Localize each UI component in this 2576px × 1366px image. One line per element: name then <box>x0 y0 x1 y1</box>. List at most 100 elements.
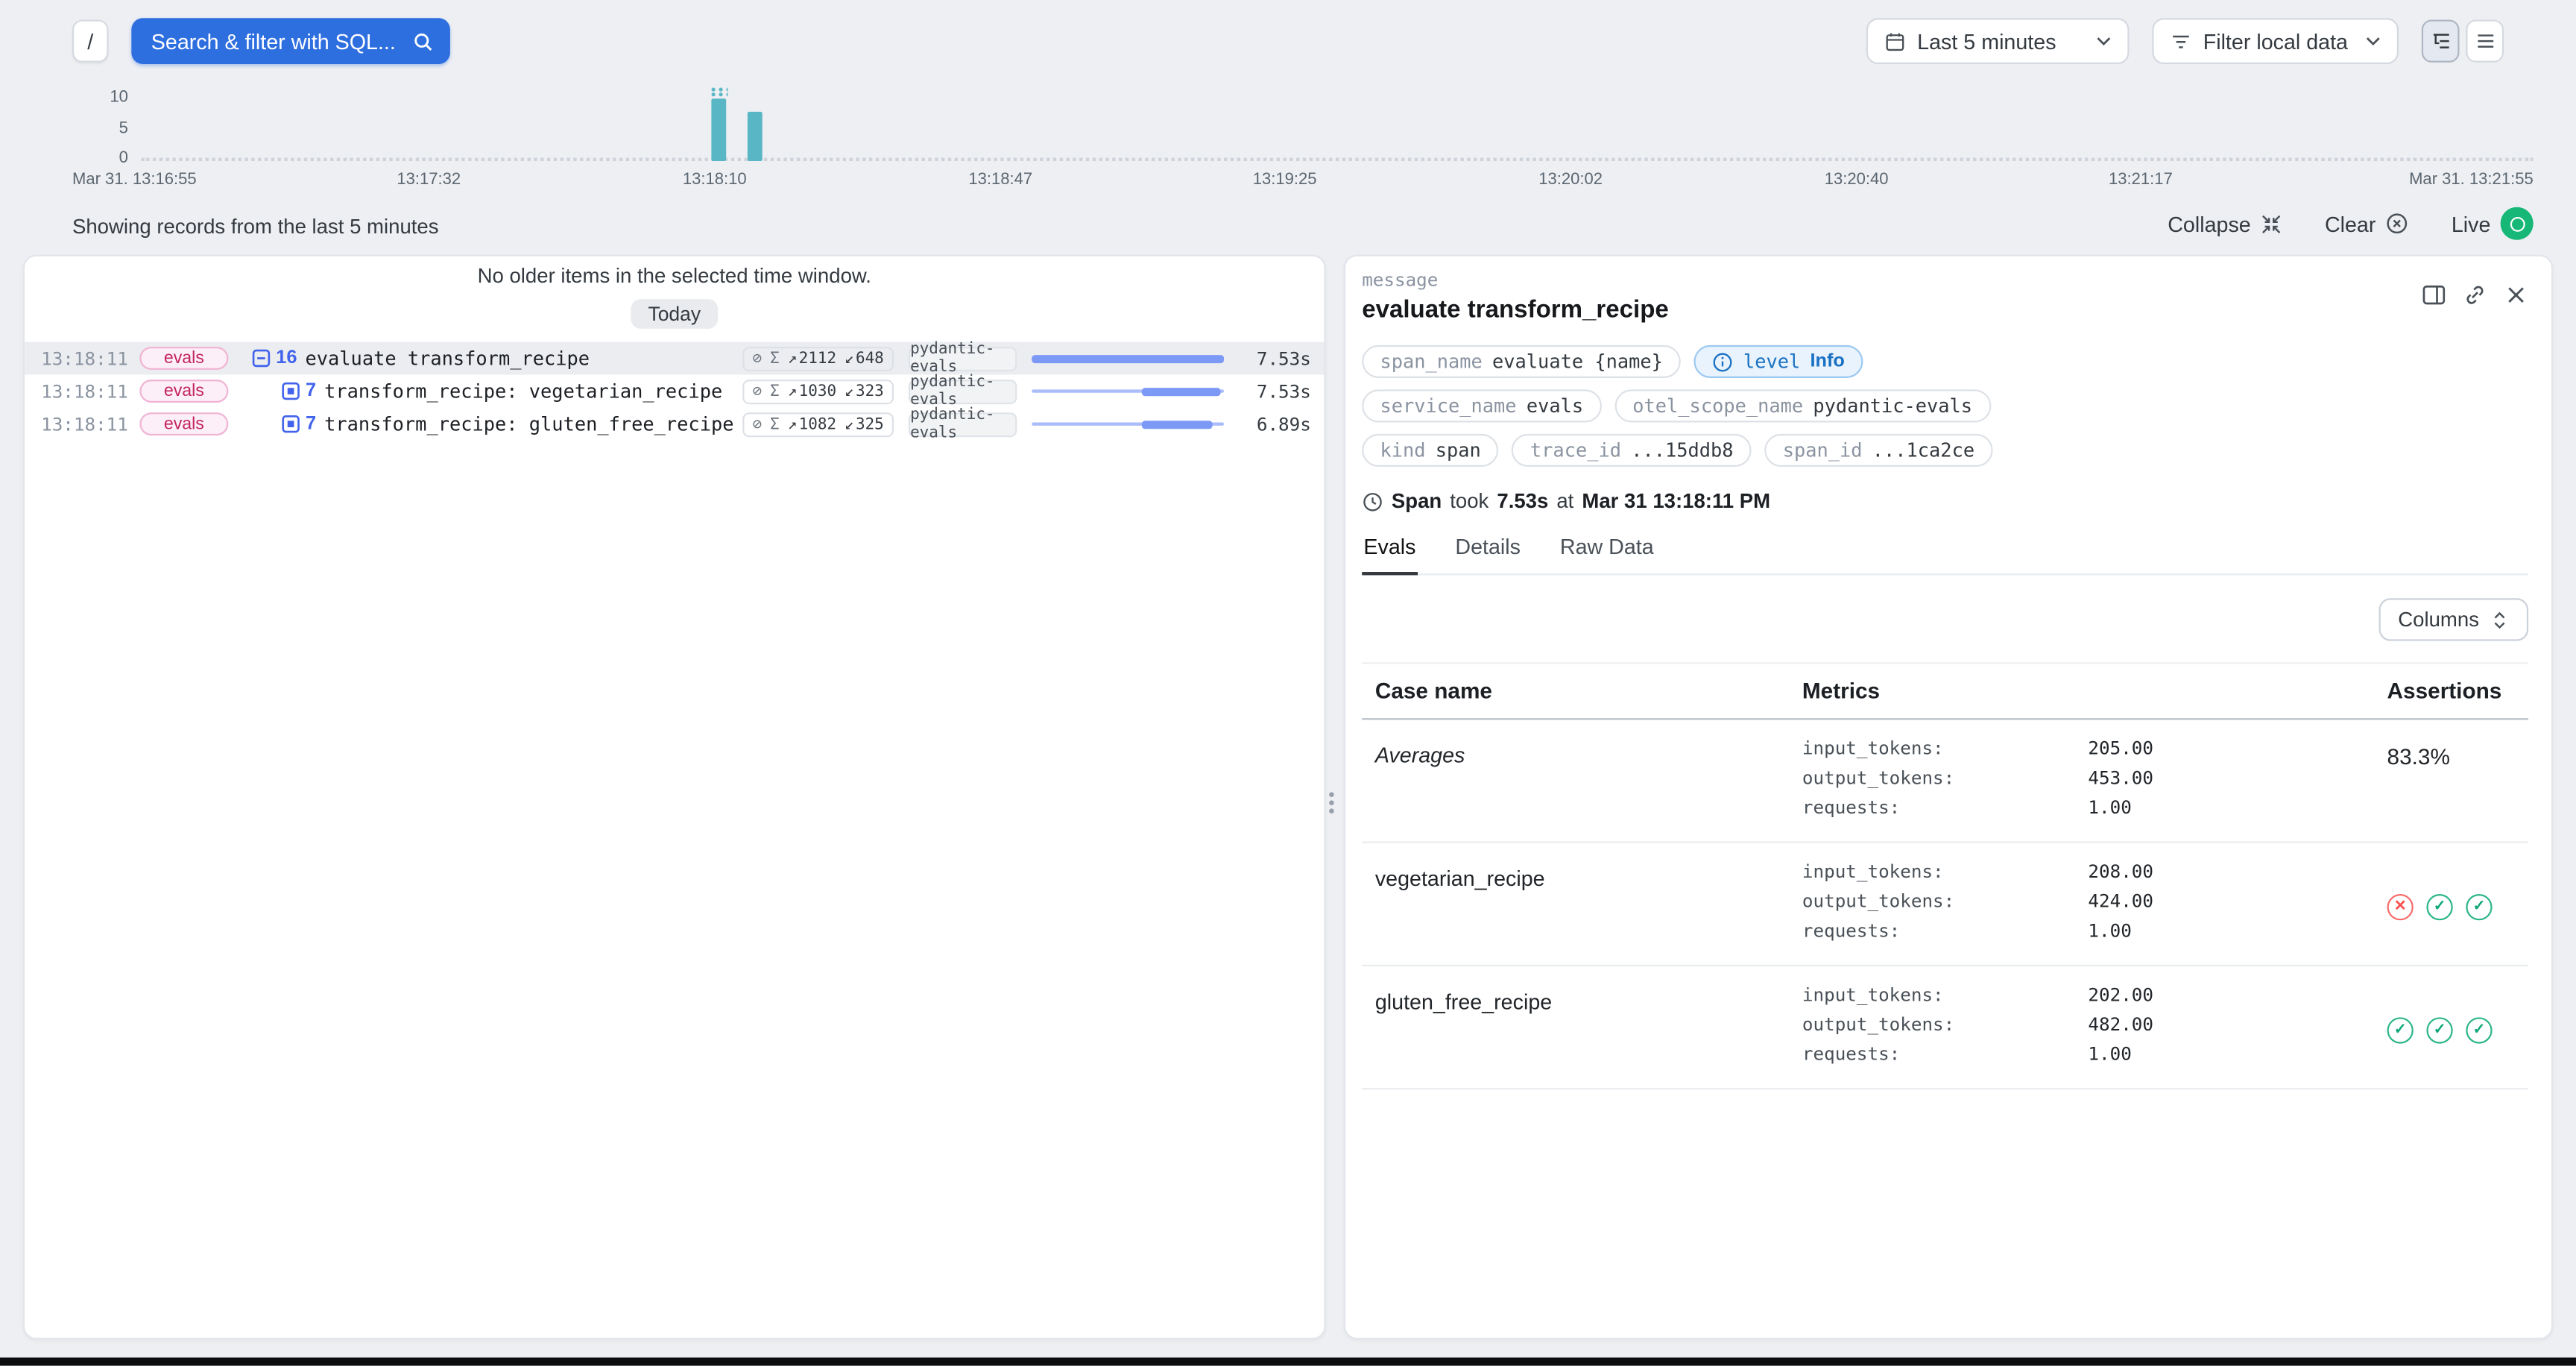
table-row[interactable]: gluten_free_recipe input_tokens:202.00 o… <box>1362 966 2528 1089</box>
panel-resize-handle[interactable] <box>1325 789 1339 815</box>
table-row[interactable]: vegetarian_recipe input_tokens:208.00 ou… <box>1362 843 2528 966</box>
row-timestamp: 13:18:11 <box>41 413 120 435</box>
assertions-cell: ✓✓✓ <box>2387 981 2529 1070</box>
pass-check-icon: ✓ <box>2426 893 2452 919</box>
clear-circle-x-icon <box>2386 212 2409 235</box>
records-status-text: Showing records from the last 5 minutes <box>72 215 439 239</box>
span-waterfall <box>1032 347 1224 370</box>
case-metrics: input_tokens:208.00 output_tokens:424.00… <box>1802 858 2387 947</box>
filter-local-data-dropdown[interactable]: Filter local data <box>2152 18 2399 64</box>
filter-lines-icon <box>2171 31 2192 52</box>
input-tokens-count: 1030 <box>799 382 836 400</box>
project-badge[interactable]: evals <box>139 380 228 403</box>
sigma-icon: Σ <box>770 415 780 433</box>
arrow-up-right-icon: ↗ <box>788 349 798 367</box>
view-mode-toggle <box>2422 19 2504 64</box>
span-duration-summary: Span took 7.53s at Mar 31 13:18:11 PM <box>1362 490 2528 513</box>
y-axis-tick: 10 <box>0 90 128 107</box>
list-view-toggle-button[interactable] <box>2466 19 2504 62</box>
time-range-dropdown[interactable]: Last 5 minutes <box>1866 18 2130 64</box>
search-icon <box>412 31 434 52</box>
live-toggle[interactable]: Live <box>2452 207 2534 240</box>
histogram-bar[interactable] <box>748 112 763 161</box>
collapse-button[interactable]: Collapse <box>2168 211 2282 236</box>
live-toggle-label: Live <box>2452 211 2491 236</box>
span-title[interactable]: evaluate transform_recipe <box>306 347 590 370</box>
y-axis-tick: 0 <box>0 151 128 168</box>
tab-details[interactable]: Details <box>1453 534 1522 573</box>
x-axis-tick: 13:18:47 <box>968 171 1032 189</box>
span-waterfall <box>1032 380 1224 403</box>
chart-bar-marker <box>710 87 727 97</box>
scope-badge[interactable]: pydantic-evals <box>909 379 1017 403</box>
attribute-pill-span-name[interactable]: span_name evaluate {name} <box>1362 345 1681 378</box>
tree-view-toggle-button[interactable] <box>2422 19 2460 62</box>
attribute-pill-span-id[interactable]: span_id ...1ca2ce <box>1764 434 1992 467</box>
clock-icon <box>1362 491 1383 512</box>
columns-button[interactable]: Columns <box>2378 598 2528 640</box>
pass-check-icon: ✓ <box>2466 1016 2492 1042</box>
evals-table: Case name Metrics Assertions Averages in… <box>1362 662 2528 1089</box>
input-tokens-count: 1082 <box>799 415 836 433</box>
scope-badge[interactable]: pydantic-evals <box>909 346 1017 371</box>
trace-row[interactable]: 13:18:11 evals 7 transform_recipe: veget… <box>25 375 1324 408</box>
nested-span-icon <box>281 381 300 400</box>
keyboard-shortcut-slash-button[interactable]: / <box>72 19 108 62</box>
attributes-icon: ⊘ <box>752 415 762 433</box>
column-header-assertions: Assertions <box>2387 679 2529 703</box>
collapse-children-button[interactable]: 16 <box>251 348 297 368</box>
trace-row[interactable]: 13:18:11 evals 7 transform_recipe: glute… <box>25 408 1324 441</box>
search-sql-button[interactable]: Search & filter with SQL... <box>131 18 450 64</box>
collapse-children-button[interactable]: 7 <box>281 381 316 400</box>
case-name: vegetarian_recipe <box>1362 858 1802 947</box>
span-title[interactable]: transform_recipe: gluten_free_recipe <box>324 412 733 435</box>
collapse-icon <box>2261 213 2282 234</box>
time-range-label: Last 5 minutes <box>1917 29 2085 54</box>
records-histogram: 10 5 0 <box>0 82 2576 161</box>
pass-check-icon: ✓ <box>2466 893 2492 919</box>
attribute-pill-level[interactable]: level Info <box>1694 345 1863 378</box>
x-axis-tick: 13:19:25 <box>1253 171 1317 189</box>
info-icon <box>1712 351 1734 373</box>
slash-key-label: / <box>87 29 93 54</box>
clear-button[interactable]: Clear <box>2325 211 2409 236</box>
close-icon[interactable] <box>2504 283 2528 307</box>
app-window: / Search & filter with SQL... Last 5 min… <box>0 0 2576 1366</box>
histogram-bar[interactable] <box>711 98 726 161</box>
project-badge[interactable]: evals <box>139 412 228 435</box>
attribute-pill-kind[interactable]: kind span <box>1362 434 1499 467</box>
attribute-pill-service-name[interactable]: service_name evals <box>1362 389 1601 422</box>
attribute-pill-trace-id[interactable]: trace_id ...15ddb8 <box>1512 434 1752 467</box>
chevron-down-icon <box>2366 36 2381 45</box>
tab-raw-data[interactable]: Raw Data <box>1559 534 1655 573</box>
chevron-down-icon <box>2096 36 2111 45</box>
input-tokens-count: 2112 <box>799 349 836 367</box>
copy-link-icon[interactable] <box>2463 283 2487 307</box>
nested-span-icon <box>281 414 300 433</box>
attribute-pill-otel-scope-name[interactable]: otel_scope_name pydantic-evals <box>1614 389 1990 422</box>
span-waterfall <box>1032 412 1224 435</box>
assertions-percentage: 83.3% <box>2387 744 2450 769</box>
sort-chevrons-icon <box>2490 609 2508 631</box>
project-badge[interactable]: evals <box>139 347 228 370</box>
case-name: gluten_free_recipe <box>1362 981 1802 1070</box>
span-duration: 7.53s <box>1232 380 1311 402</box>
fail-x-icon: ✕ <box>2387 893 2414 919</box>
live-indicator-icon <box>2501 207 2534 240</box>
span-title[interactable]: transform_recipe: vegetarian_recipe <box>324 380 722 403</box>
x-axis-tick: 13:20:40 <box>1825 171 1889 189</box>
output-tokens-count: 648 <box>856 349 884 367</box>
collapse-children-button[interactable]: 7 <box>281 414 316 433</box>
record-type-label: message <box>1362 269 2422 291</box>
trace-row[interactable]: 13:18:11 evals 16 evaluate transform_rec… <box>25 342 1324 374</box>
span-metrics-pill: ⊘ Σ ↗1030 ↙323 <box>742 379 894 403</box>
filter-label: Filter local data <box>2203 29 2355 54</box>
no-older-items-notice: No older items in the selected time wind… <box>25 265 1324 288</box>
scope-badge[interactable]: pydantic-evals <box>909 412 1017 436</box>
table-row[interactable]: Averages input_tokens:205.00 output_toke… <box>1362 720 2528 843</box>
open-in-panel-icon[interactable] <box>2422 283 2446 307</box>
span-metrics-pill: ⊘ Σ ↗1082 ↙325 <box>742 412 894 436</box>
span-duration: 6.89s <box>1232 413 1311 435</box>
row-timestamp: 13:18:11 <box>41 347 120 369</box>
tab-evals[interactable]: Evals <box>1362 534 1417 575</box>
